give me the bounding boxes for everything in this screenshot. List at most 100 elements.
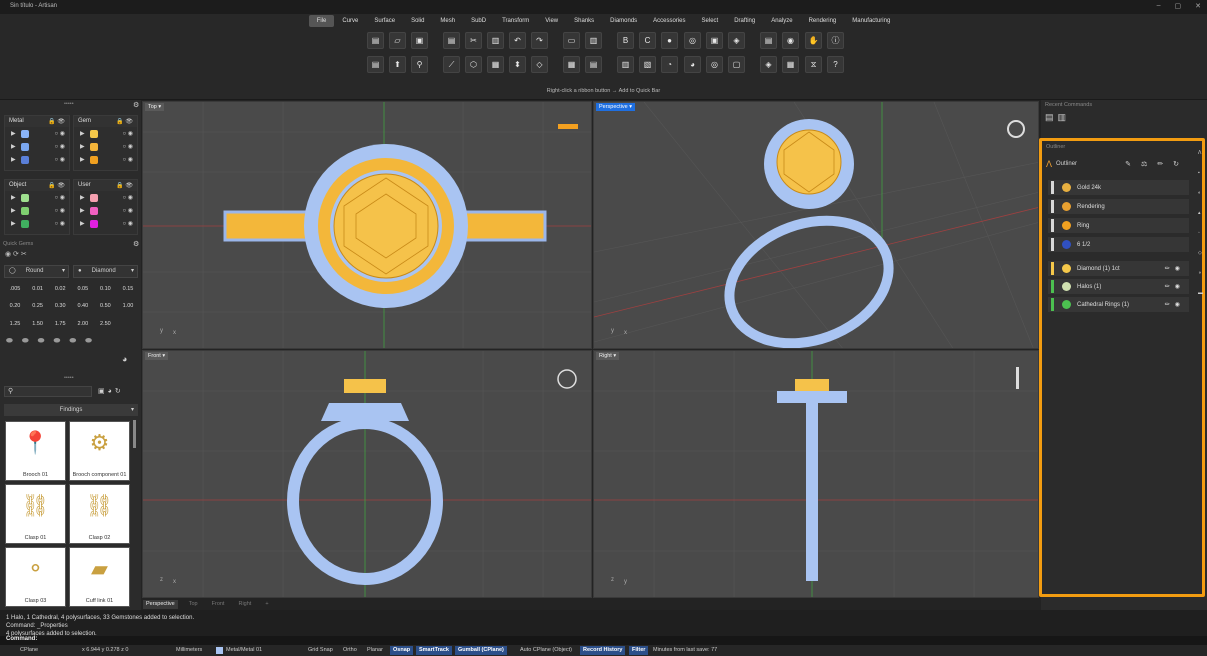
status-toggle[interactable]: Record History bbox=[580, 646, 626, 655]
layer-row[interactable]: ▶ ○ ◉ bbox=[74, 140, 137, 153]
ribbon-button[interactable]: ⬡ bbox=[465, 56, 482, 73]
ribbon-button[interactable]: ▢ bbox=[728, 56, 745, 73]
layer-row[interactable]: ▶ ○ ◉ bbox=[74, 191, 137, 204]
layer-swatch[interactable] bbox=[20, 142, 29, 151]
menu-item[interactable]: Mesh bbox=[432, 15, 463, 27]
layer-row[interactable]: ▶ ○ ◉ bbox=[5, 127, 69, 140]
lock-eye-icons[interactable]: 🔒 👁 bbox=[116, 182, 133, 189]
menu-item[interactable]: SubD bbox=[463, 15, 494, 27]
ribbon-button[interactable]: ◇ bbox=[531, 56, 548, 73]
outliner-row[interactable]: Halos (1) ✏◉ bbox=[1048, 279, 1189, 294]
play-icon[interactable]: ▶ bbox=[80, 130, 85, 137]
menu-item[interactable]: Drafting bbox=[726, 15, 763, 27]
layer-swatch[interactable] bbox=[20, 155, 29, 164]
findings-category-select[interactable]: Findings ▾ bbox=[4, 404, 138, 416]
layer-swatch[interactable] bbox=[89, 219, 98, 228]
layer-swatch[interactable] bbox=[89, 206, 98, 215]
ribbon-button[interactable]: ▤ bbox=[443, 32, 460, 49]
viewport-tab[interactable]: Right bbox=[235, 600, 254, 609]
menu-item[interactable]: Solid bbox=[403, 15, 432, 27]
minimize-icon[interactable]: – bbox=[1157, 2, 1161, 10]
finding-thumbnail[interactable]: 📍 Brooch 01 bbox=[5, 421, 66, 481]
status-toggle[interactable]: SmartTrack bbox=[416, 646, 452, 655]
gem-size-button[interactable]: 0.30 bbox=[50, 300, 70, 313]
status-toggle[interactable]: Gumball (CPlane) bbox=[455, 646, 507, 655]
layer-swatch[interactable] bbox=[20, 193, 29, 202]
ribbon-button[interactable]: ▱ bbox=[389, 32, 406, 49]
menu-item[interactable]: Shanks bbox=[566, 15, 602, 27]
ribbon-button[interactable]: ◈ bbox=[760, 56, 777, 73]
menu-item[interactable]: Diamonds bbox=[602, 15, 645, 27]
menu-item[interactable]: File bbox=[308, 15, 335, 27]
viewport-tab[interactable]: + bbox=[262, 600, 271, 609]
layer-swatch[interactable] bbox=[89, 193, 98, 202]
menu-item[interactable]: Curve bbox=[334, 15, 366, 27]
layer-icons[interactable]: ○ ◉ bbox=[122, 156, 133, 163]
play-icon[interactable]: ▶ bbox=[11, 156, 16, 163]
ribbon-button[interactable]: ● bbox=[661, 32, 678, 49]
gem-size-button[interactable]: 0.15 bbox=[118, 283, 138, 296]
outliner-row[interactable]: Cathedral Rings (1) ✏◉ bbox=[1048, 297, 1189, 312]
layer-swatch[interactable] bbox=[20, 206, 29, 215]
play-icon[interactable]: ▶ bbox=[11, 220, 16, 227]
outliner-row[interactable]: Rendering bbox=[1048, 199, 1189, 214]
ribbon-button[interactable]: ▦ bbox=[563, 56, 580, 73]
gem-size-button[interactable]: 0.05 bbox=[73, 283, 93, 296]
finding-thumbnail[interactable]: ⛓ Clasp 01 bbox=[5, 484, 66, 544]
outliner-row[interactable]: Diamond (1) 1ct ✏◉ bbox=[1048, 261, 1189, 276]
ribbon-button[interactable]: ▦ bbox=[782, 56, 799, 73]
layer-icons[interactable]: ○ ◉ bbox=[122, 207, 133, 214]
viewport-right[interactable]: zy Right ▾ bbox=[593, 350, 1039, 598]
ribbon-button[interactable]: ▣ bbox=[706, 32, 723, 49]
ribbon-button[interactable]: ▧ bbox=[639, 56, 656, 73]
ribbon-button[interactable]: ▤ bbox=[760, 32, 777, 49]
gem-size-button[interactable]: 0.02 bbox=[50, 283, 70, 296]
play-icon[interactable]: ▶ bbox=[11, 130, 16, 137]
finding-thumbnail[interactable]: ▰ Cuff link 01 bbox=[69, 547, 130, 607]
gem-size-button[interactable]: 0.10 bbox=[95, 283, 115, 296]
status-toggle[interactable]: Filter bbox=[629, 646, 649, 655]
viewport-tab[interactable]: Front bbox=[209, 600, 228, 609]
ribbon-button[interactable]: ▥ bbox=[487, 32, 504, 49]
panel-grip[interactable]: ••••• bbox=[64, 101, 74, 107]
layer-icons[interactable]: ○ ◉ bbox=[122, 130, 133, 137]
gem-material-select[interactable]: ● Diamond ▾ bbox=[73, 265, 138, 278]
layer-swatch[interactable] bbox=[89, 155, 98, 164]
layer-row[interactable]: ▶ ○ ◉ bbox=[74, 127, 137, 140]
ribbon-button[interactable]: C bbox=[639, 32, 656, 49]
ribbon-button[interactable]: ▣ bbox=[411, 32, 428, 49]
row-edit-visibility-icons[interactable]: ✏◉ bbox=[1165, 301, 1185, 308]
gem-size-button[interactable]: .005 bbox=[5, 283, 25, 296]
viewport-perspective-label[interactable]: Perspective ▾ bbox=[596, 103, 636, 111]
layer-icons[interactable]: ○ ◉ bbox=[54, 143, 65, 150]
layer-swatch[interactable] bbox=[20, 219, 29, 228]
menu-item[interactable]: View bbox=[537, 15, 566, 27]
layer-row[interactable]: ▶ ○ ◉ bbox=[5, 191, 69, 204]
layer-row[interactable]: ▶ ○ ◉ bbox=[5, 217, 69, 230]
lock-eye-icons[interactable]: 🔒 👁 bbox=[48, 182, 65, 189]
viewport-top[interactable]: yx Top ▾ bbox=[142, 101, 592, 349]
ribbon-button[interactable]: ▦ bbox=[487, 56, 504, 73]
ribbon-button[interactable]: ↷ bbox=[531, 32, 548, 49]
layer-swatch[interactable] bbox=[20, 129, 29, 138]
ribbon-button[interactable]: ◈ bbox=[728, 32, 745, 49]
ribbon-button[interactable]: ◔ bbox=[661, 56, 678, 73]
maximize-icon[interactable]: ▢ bbox=[1175, 2, 1182, 10]
side-icon[interactable]: ◑ bbox=[1198, 270, 1204, 276]
layer-row[interactable]: ▶ ○ ◉ bbox=[74, 217, 137, 230]
outliner-tool-icons[interactable]: ✎⚖✏↻ bbox=[1125, 160, 1189, 168]
gem-size-button[interactable]: 0.25 bbox=[28, 300, 48, 313]
ribbon-button[interactable]: B bbox=[617, 32, 634, 49]
status-layer[interactable]: Metal/Metal 01 bbox=[226, 647, 262, 653]
layer-swatch[interactable] bbox=[89, 129, 98, 138]
layer-row[interactable]: ▶ ○ ◉ bbox=[5, 153, 69, 166]
play-icon[interactable]: ▶ bbox=[80, 194, 85, 201]
finding-thumbnail[interactable]: ⚬ Clasp 03 bbox=[5, 547, 66, 607]
layer-icons[interactable]: ○ ◉ bbox=[122, 143, 133, 150]
ribbon-button[interactable]: ◕ bbox=[684, 56, 701, 73]
gem-size-button[interactable]: 2.50 bbox=[95, 318, 115, 331]
ribbon-button[interactable]: ✂ bbox=[465, 32, 482, 49]
side-icon[interactable]: Ʌ bbox=[1198, 150, 1204, 156]
gem-size-button[interactable]: 1.75 bbox=[50, 318, 70, 331]
lock-eye-icons[interactable]: 🔒 👁 bbox=[116, 118, 133, 125]
